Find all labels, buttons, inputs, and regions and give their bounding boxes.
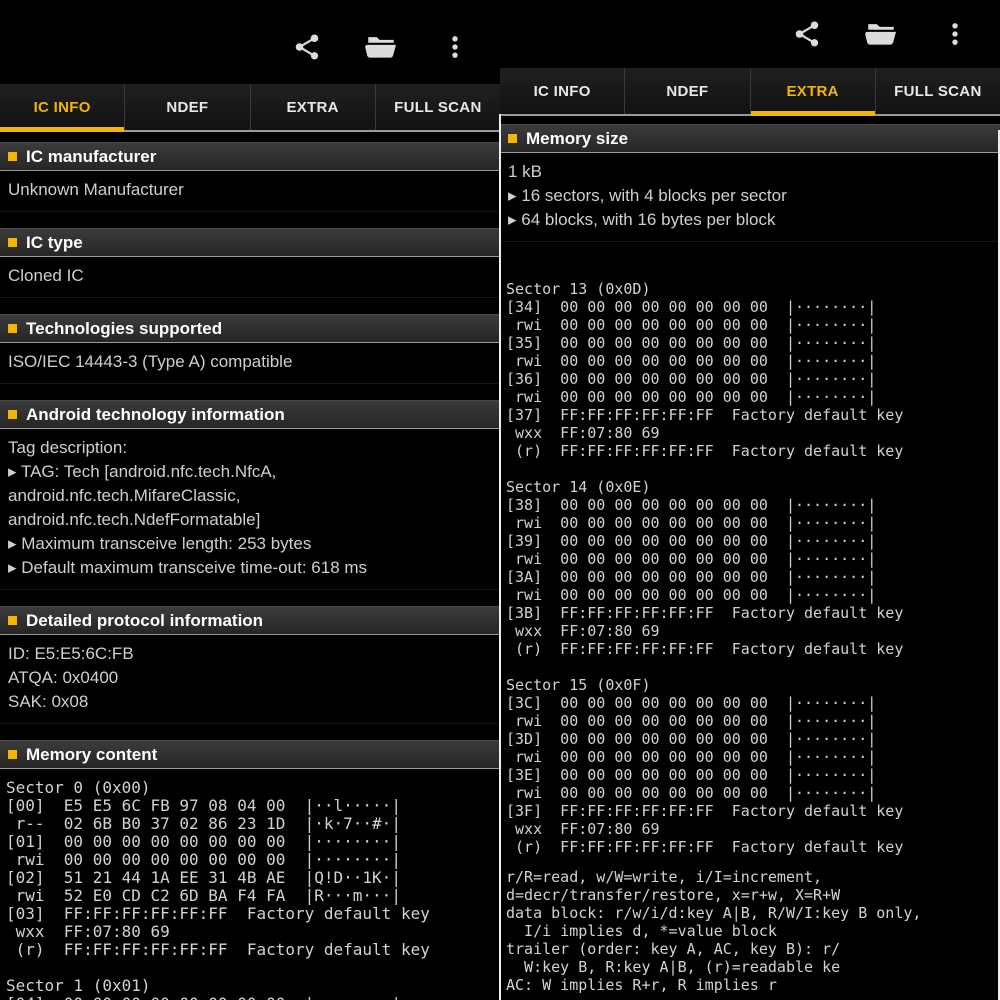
section-body: Unknown Manufacturer — [0, 171, 500, 212]
section-bullet-icon — [8, 238, 17, 247]
section-bullet-icon — [8, 616, 17, 625]
ic-info-content: IC manufacturer Unknown Manufacturer IC … — [0, 142, 500, 1000]
section-ic-manufacturer: IC manufacturer Unknown Manufacturer — [0, 142, 500, 212]
open-folder-icon — [364, 30, 398, 64]
section-bullet-icon — [8, 750, 17, 759]
section-title: Detailed protocol information — [26, 611, 263, 631]
section-body: Cloned IC — [0, 257, 500, 298]
tab-full-scan[interactable]: FULL SCAN — [376, 84, 500, 130]
section-ic-type: IC type Cloned IC — [0, 228, 500, 298]
section-header: Memory content — [0, 740, 500, 769]
overflow-menu-icon — [441, 33, 469, 61]
open-file-button[interactable] — [362, 28, 400, 66]
dual-screenshot: IC INFO NDEF EXTRA FULL SCAN IC manufact… — [0, 0, 1000, 1000]
section-body: Tag description: ▸ TAG: Tech [android.nf… — [0, 429, 500, 590]
section-body: 1 kB ▸ 16 sectors, with 4 blocks per sec… — [500, 153, 1000, 242]
section-body: ID: E5:E5:6C:FB ATQA: 0x0400 SAK: 0x08 — [0, 635, 500, 724]
section-header: Technologies supported — [0, 314, 500, 343]
action-bar — [0, 0, 500, 84]
tab-ic-info[interactable]: IC INFO — [500, 68, 625, 114]
left-screen-ic-info: IC INFO NDEF EXTRA FULL SCAN IC manufact… — [0, 0, 500, 1000]
section-title: Android technology information — [26, 405, 285, 425]
share-button[interactable] — [788, 15, 826, 53]
tab-extra[interactable]: EXTRA — [251, 84, 376, 130]
section-bullet-icon — [8, 152, 17, 161]
section-title: Technologies supported — [26, 319, 222, 339]
share-icon — [292, 32, 322, 62]
share-icon — [792, 19, 822, 49]
section-title: IC type — [26, 233, 83, 253]
section-header: Memory size — [500, 124, 1000, 153]
memory-content-dump: Sector 0 (0x00) [00] E5 E5 6C FB 97 08 0… — [0, 779, 500, 1000]
tab-ic-info[interactable]: IC INFO — [0, 84, 125, 130]
right-screen-extra: IC INFO NDEF EXTRA FULL SCAN Memory size… — [500, 0, 1000, 1000]
section-body: ISO/IEC 14443-3 (Type A) compatible — [0, 343, 500, 384]
screenshot-divider-line — [499, 114, 501, 1000]
section-title: Memory size — [526, 129, 628, 149]
overflow-menu-button[interactable] — [936, 15, 974, 53]
section-header: IC manufacturer — [0, 142, 500, 171]
section-header: Android technology information — [0, 400, 500, 429]
section-technologies-supported: Technologies supported ISO/IEC 14443-3 (… — [0, 314, 500, 384]
access-conditions-legend: r/R=read, w/W=write, i/I=increment, d=de… — [500, 868, 1000, 994]
tab-extra[interactable]: EXTRA — [751, 68, 876, 114]
section-header: IC type — [0, 228, 500, 257]
tab-ndef[interactable]: NDEF — [125, 84, 250, 130]
section-detailed-protocol-information: Detailed protocol information ID: E5:E5:… — [0, 606, 500, 724]
open-folder-icon — [864, 17, 898, 51]
extra-content: Memory size 1 kB ▸ 16 sectors, with 4 bl… — [500, 124, 1000, 994]
section-title: Memory content — [26, 745, 157, 765]
section-header: Detailed protocol information — [0, 606, 500, 635]
tab-bar: IC INFO NDEF EXTRA FULL SCAN — [500, 68, 1000, 116]
tab-full-scan[interactable]: FULL SCAN — [876, 68, 1000, 114]
action-bar — [500, 0, 1000, 68]
overflow-menu-button[interactable] — [436, 28, 474, 66]
section-bullet-icon — [8, 324, 17, 333]
tab-bar: IC INFO NDEF EXTRA FULL SCAN — [0, 84, 500, 132]
overflow-menu-icon — [941, 20, 969, 48]
section-android-technology-information: Android technology information Tag descr… — [0, 400, 500, 590]
section-memory-content: Memory content Sector 0 (0x00) [00] E5 E… — [0, 740, 500, 1000]
open-file-button[interactable] — [862, 15, 900, 53]
section-title: IC manufacturer — [26, 147, 156, 167]
section-bullet-icon — [508, 134, 517, 143]
section-bullet-icon — [8, 410, 17, 419]
sector-dump: Sector 13 (0x0D) [34] 00 00 00 00 00 00 … — [500, 280, 1000, 856]
tab-ndef[interactable]: NDEF — [625, 68, 750, 114]
section-memory-size: Memory size 1 kB ▸ 16 sectors, with 4 bl… — [500, 124, 1000, 242]
share-button[interactable] — [288, 28, 326, 66]
